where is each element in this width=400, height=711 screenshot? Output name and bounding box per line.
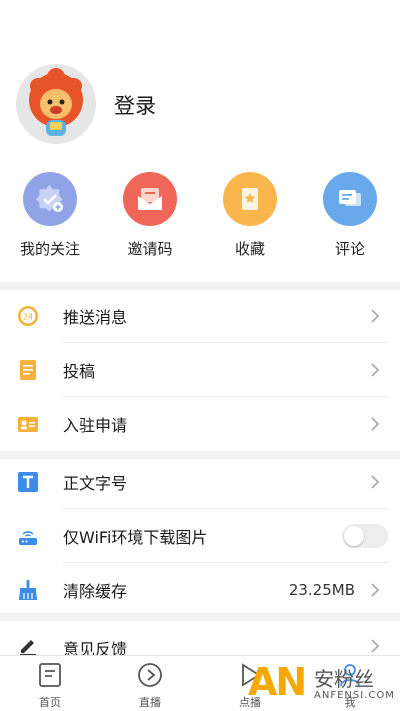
watermark-en: ANFENSI.COM	[314, 690, 395, 701]
menu-item-push-messages[interactable]: 24 推送消息	[0, 289, 400, 343]
push-24-icon: 24	[17, 305, 39, 327]
watermark-logo: AN 安粉丝 ANFENSI.COM	[246, 660, 396, 710]
envelope-icon	[123, 172, 177, 226]
menu-item-settle-apply[interactable]: 入驻申请	[0, 397, 400, 451]
home-doc-icon	[39, 663, 61, 687]
router-icon	[17, 525, 39, 547]
live-play-icon	[138, 663, 162, 687]
svg-text:24: 24	[23, 313, 33, 322]
menu-item-label: 仅WiFi环境下载图片	[63, 528, 208, 547]
menu-item-label: 投稿	[63, 362, 96, 381]
tab-label: 首页	[39, 696, 61, 709]
lion-avatar-icon[interactable]	[16, 64, 96, 144]
menu-item-text-size[interactable]: 正文字号	[0, 455, 400, 509]
chevron-right-icon	[371, 475, 380, 489]
text-size-icon	[17, 471, 39, 493]
quick-action-comments[interactable]: 评论	[300, 172, 400, 259]
menu-item-submit[interactable]: 投稿	[0, 343, 400, 397]
chevron-right-icon	[371, 309, 380, 323]
tab-home[interactable]: 首页	[0, 662, 100, 710]
quick-action-favorites[interactable]: 收藏	[200, 172, 300, 259]
chevron-right-icon	[371, 417, 380, 431]
quick-action-label: 收藏	[234, 240, 265, 258]
tab-live[interactable]: 直播	[100, 662, 200, 710]
cache-size-value: 23.25MB	[288, 581, 355, 599]
menu-item-feedback[interactable]: 意见反馈	[0, 620, 400, 659]
bookmark-icon	[223, 172, 277, 226]
quick-action-label: 邀请码	[127, 240, 173, 258]
quick-action-follow[interactable]: 我的关注	[0, 172, 100, 259]
menu-item-label: 正文字号	[63, 474, 128, 493]
chevron-right-icon	[371, 639, 380, 653]
id-card-icon	[17, 413, 39, 435]
chevron-right-icon	[371, 363, 380, 377]
login-label[interactable]: 登录	[114, 90, 156, 120]
watermark-cn: 安粉丝	[314, 667, 374, 691]
chevron-right-icon	[371, 583, 380, 597]
follow-badge-icon	[23, 172, 77, 226]
quick-action-label: 评论	[334, 240, 365, 258]
toggle-knob	[344, 526, 364, 546]
tab-label: 直播	[139, 696, 161, 709]
menu-item-label: 入驻申请	[63, 416, 128, 435]
menu-item-label: 推送消息	[63, 308, 128, 327]
menu-item-label: 清除缓存	[63, 582, 128, 601]
watermark-an: AN	[248, 660, 307, 704]
broom-icon	[17, 579, 39, 601]
note-icon	[17, 359, 39, 381]
quick-action-label: 我的关注	[19, 240, 80, 258]
quick-action-invite[interactable]: 邀请码	[100, 172, 200, 259]
menu-item-clear-cache[interactable]: 清除缓存 23.25MB	[0, 563, 400, 617]
comment-icon	[323, 172, 377, 226]
wifi-only-toggle[interactable]	[342, 524, 388, 548]
pencil-icon	[17, 634, 39, 656]
menu-item-wifi-only: 仅WiFi环境下载图片	[0, 509, 400, 563]
